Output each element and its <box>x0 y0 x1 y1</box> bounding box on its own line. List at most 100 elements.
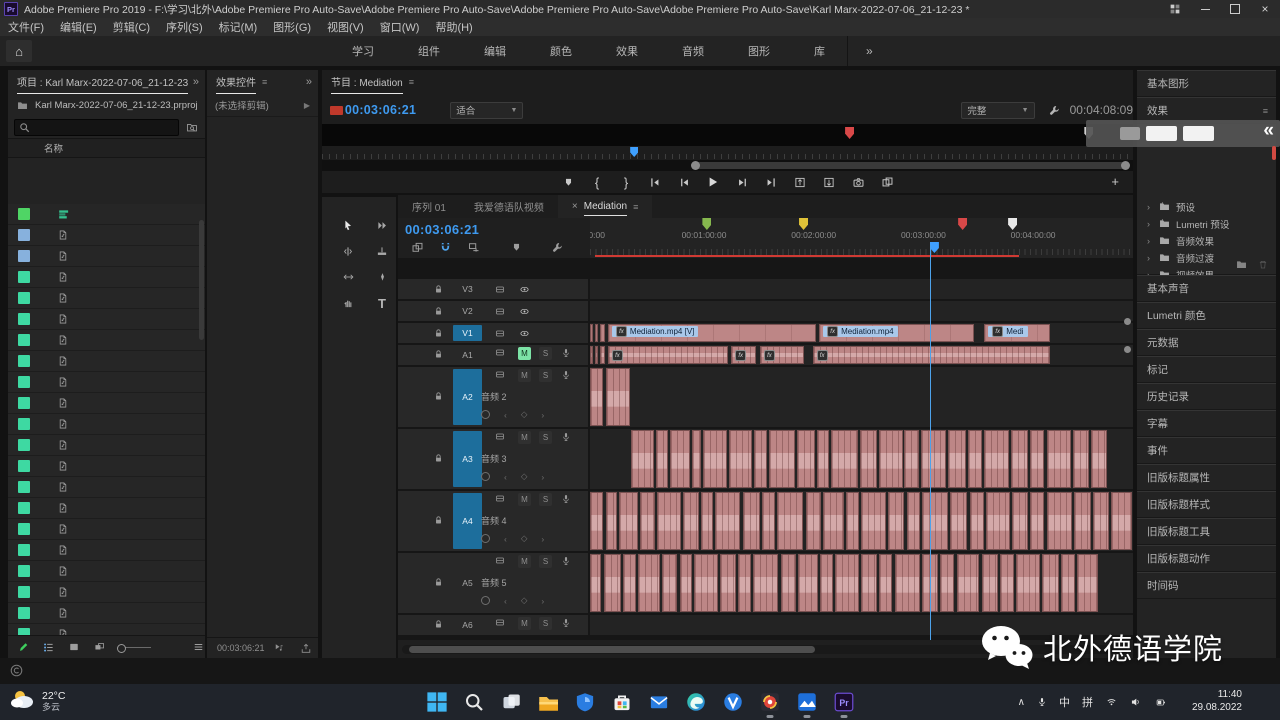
timeline-clip[interactable]: fxMediation.mp4 <box>819 324 974 342</box>
track-lock-icon[interactable] <box>434 453 443 463</box>
mark-out-icon[interactable]: } <box>618 174 634 190</box>
timeline-clip[interactable] <box>590 554 601 612</box>
workspace-tab-2[interactable]: 编辑 <box>462 43 528 59</box>
timeline-clip[interactable] <box>797 430 814 488</box>
track-lane[interactable]: fxMediation.mp4 [V]fxMediation.mp4fxMedi <box>590 323 1133 343</box>
snap-icon[interactable] <box>440 242 451 253</box>
track-target-A5[interactable]: A5 <box>453 555 482 611</box>
timeline-marker[interactable] <box>702 218 711 230</box>
panel-header[interactable]: 旧版标题动作 <box>1137 545 1276 572</box>
solo-button[interactable]: S <box>539 617 552 630</box>
solo-button[interactable]: S <box>539 347 552 360</box>
voiceover-mic-icon[interactable] <box>561 617 571 629</box>
taskbar-task-view-icon[interactable] <box>498 690 523 715</box>
timeline-clip[interactable]: fx <box>760 346 805 364</box>
panel-menu-icon[interactable]: ≡ <box>262 77 267 87</box>
timeline-settings-icon[interactable] <box>552 242 563 253</box>
timeline-clip[interactable] <box>895 554 920 612</box>
effects-folder-row[interactable]: › 预设 <box>1137 198 1276 215</box>
export-frame-icon[interactable] <box>850 174 866 190</box>
label-color-chip[interactable] <box>18 439 30 451</box>
icon-view-icon[interactable] <box>68 642 80 652</box>
track-lock-icon[interactable] <box>434 306 443 316</box>
mute-button[interactable]: M <box>518 493 531 506</box>
track-target-A6[interactable]: A6 <box>453 617 482 633</box>
timeline-clip[interactable] <box>595 346 598 364</box>
freeform-view-icon[interactable] <box>93 642 106 652</box>
panel-overflow-icon[interactable]: » <box>306 76 312 88</box>
project-item-row[interactable] <box>8 393 205 414</box>
mute-button[interactable]: M <box>518 555 531 568</box>
project-writable-icon[interactable] <box>18 641 29 653</box>
track-name[interactable]: 音频 3 <box>481 452 507 465</box>
label-color-chip[interactable] <box>18 397 30 409</box>
track-lock-icon[interactable] <box>434 515 443 525</box>
step-back-icon[interactable] <box>676 174 692 190</box>
workspace-tab-7[interactable]: 库 <box>792 43 847 59</box>
project-item-row[interactable] <box>8 477 205 498</box>
hand-tool[interactable] <box>336 291 360 315</box>
timeline-clip[interactable] <box>1011 430 1028 488</box>
timeline-clip[interactable] <box>623 554 636 612</box>
maximize-icon[interactable] <box>1220 0 1250 18</box>
solo-button[interactable]: S <box>539 369 552 382</box>
menu-0[interactable]: 文件(F) <box>0 19 52 35</box>
track-lock-icon[interactable] <box>434 619 443 629</box>
project-item-row[interactable] <box>8 246 205 267</box>
label-color-chip[interactable] <box>18 544 30 556</box>
label-color-chip[interactable] <box>18 460 30 472</box>
taskbar-photos-icon[interactable] <box>757 690 782 715</box>
panel-header[interactable]: 时间码 <box>1137 572 1276 599</box>
taskbar-start-icon[interactable] <box>424 690 449 715</box>
timeline-clip[interactable] <box>957 554 980 612</box>
timeline-clip[interactable] <box>1074 492 1091 550</box>
project-scrollbar[interactable] <box>199 220 204 340</box>
track-lock-icon[interactable] <box>434 328 443 338</box>
timeline-clip[interactable] <box>590 324 593 342</box>
timeline-clip[interactable] <box>595 324 598 342</box>
timeline-tab-2[interactable]: × Mediation≡ <box>558 195 652 218</box>
track-target-V2[interactable]: V2 <box>453 303 482 319</box>
timeline-clip[interactable] <box>1012 492 1028 550</box>
timeline-clip[interactable] <box>835 554 859 612</box>
mark-in-icon[interactable]: { <box>589 174 605 190</box>
ripple-edit-tool[interactable] <box>336 239 360 263</box>
list-view-icon[interactable] <box>42 642 55 653</box>
timeline-clip[interactable]: fx <box>731 346 755 364</box>
vscroll-knob-bottom[interactable] <box>1124 346 1131 353</box>
timeline-clip[interactable] <box>1042 554 1058 612</box>
track-name[interactable]: 音频 2 <box>481 390 507 403</box>
timeline-clip[interactable] <box>986 492 1010 550</box>
collapse-left-icon[interactable]: « <box>1263 120 1274 142</box>
timeline-clip[interactable] <box>921 430 946 488</box>
timeline-clip[interactable] <box>638 554 660 612</box>
mute-button[interactable]: M <box>518 431 531 444</box>
effects-folder-row[interactable]: › 音频效果 <box>1137 232 1276 249</box>
menu-5[interactable]: 图形(G) <box>265 19 319 35</box>
timeline-clip[interactable] <box>1091 430 1107 488</box>
panel-header[interactable]: 元数据 <box>1137 329 1276 356</box>
timeline-clip[interactable] <box>940 554 954 612</box>
toggle-track-output-icon[interactable] <box>518 285 531 294</box>
timeline-ruler[interactable]: 00:0000:01:00:0000:02:00:0000:03:00:0000… <box>590 218 1133 258</box>
timeline-clip[interactable]: fxMedi <box>984 324 1050 342</box>
ime-language[interactable]: 中 <box>1059 694 1070 710</box>
project-panel-tab[interactable]: 项目 : Karl Marx-2022-07-06_21-12-23 » <box>8 70 205 94</box>
track-target-A2[interactable]: A2 <box>453 369 482 425</box>
panel-menu-icon[interactable]: ≡ <box>1263 106 1268 116</box>
project-list-header[interactable]: 名称 <box>8 138 205 158</box>
add-button-icon[interactable]: + <box>1111 174 1119 189</box>
workspace-tab-0[interactable]: 学习 <box>330 43 396 59</box>
track-select-forward-tool[interactable] <box>370 213 394 237</box>
sync-lock-icon[interactable] <box>494 494 506 503</box>
keyframe-controls[interactable]: ‹◇› <box>481 595 544 606</box>
timeline-clip[interactable] <box>754 430 767 488</box>
timeline-clip[interactable] <box>823 492 844 550</box>
keyframe-controls[interactable]: ‹◇› <box>481 471 544 482</box>
workspace-tab-5[interactable]: 音频 <box>660 43 726 59</box>
track-lane[interactable] <box>590 279 1133 299</box>
toggle-track-output-icon[interactable] <box>518 329 531 338</box>
close-tab-icon[interactable]: × <box>572 201 578 212</box>
taskbar-security-app-icon[interactable] <box>572 690 597 715</box>
track-lane[interactable] <box>590 553 1133 613</box>
